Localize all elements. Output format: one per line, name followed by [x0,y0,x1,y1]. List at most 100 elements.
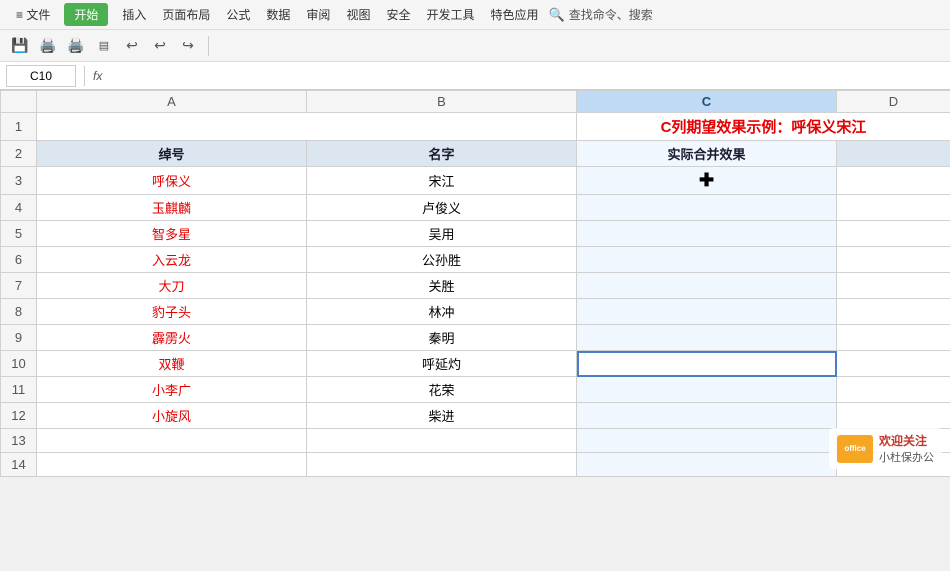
cell-8-b[interactable]: 林冲 [307,299,577,325]
table-row: 12小旋风柴进 [1,403,950,429]
table-row: 10双鞭呼延灼 [1,351,950,377]
search-area: 🔍 查找命令、搜索 [549,6,653,23]
cell-5-a[interactable]: 智多星 [37,221,307,247]
cell-9-c[interactable] [577,325,837,351]
cell-11-c[interactable] [577,377,837,403]
cell-12-d[interactable] [837,403,950,429]
cell-9-d[interactable] [837,325,950,351]
row-number-6: 6 [1,247,37,273]
cell-10-b[interactable]: 呼延灼 [307,351,577,377]
cell-13-c[interactable] [577,429,837,453]
cell-8-c[interactable] [577,299,837,325]
cell-1-c[interactable]: C列期望效果示例：呼保义宋江 [577,113,950,141]
cell-4-d[interactable] [837,195,950,221]
cell-6-d[interactable] [837,247,950,273]
cell-8-a[interactable]: 豹子头 [37,299,307,325]
cell-2-a[interactable]: 绰号 [37,141,307,167]
print-preview-icon[interactable]: ▤ [92,34,116,58]
formula-input[interactable] [110,69,944,83]
cell-13-b[interactable] [307,429,577,453]
cell-11-d[interactable] [837,377,950,403]
menu-item-审阅[interactable]: 审阅 [298,2,338,27]
col-header-d[interactable]: D [837,91,950,113]
cell-3-a[interactable]: 呼保义 [37,167,307,195]
col-header-a[interactable]: A [37,91,307,113]
col-header-b[interactable]: B [307,91,577,113]
cell-3-d[interactable] [837,167,950,195]
cell-1-a[interactable] [37,113,577,141]
cell-2-b[interactable]: 名字 [307,141,577,167]
start-button[interactable]: 开始 [64,3,108,26]
cell-6-c[interactable] [577,247,837,273]
table-row: 4玉麒麟卢俊义 [1,195,950,221]
cell-10-c[interactable] [577,351,837,377]
print-icon[interactable]: 🖨️ [64,34,88,58]
col-header-c[interactable]: C [577,91,837,113]
menu-item-页面布局[interactable]: 页面布局 [154,2,218,27]
cell-9-a[interactable]: 霹雳火 [37,325,307,351]
cell-6-b[interactable]: 公孙胜 [307,247,577,273]
cell-10-a[interactable]: 双鞭 [37,351,307,377]
cell-7-d[interactable] [837,273,950,299]
redo-icon[interactable]: ↪ [176,34,200,58]
cell-6-a[interactable]: 入云龙 [37,247,307,273]
menu-item-开发工具[interactable]: 开发工具 [418,2,482,27]
row-number-5: 5 [1,221,37,247]
file-menu[interactable]: ≡ 文件 [8,2,58,27]
cell-13-a[interactable] [37,429,307,453]
row-number-13: 13 [1,429,37,453]
table-row: 2绰号名字实际合并效果 [1,141,950,167]
cell-7-a[interactable]: 大刀 [37,273,307,299]
cell-14-a[interactable] [37,453,307,477]
cell-11-b[interactable]: 花荣 [307,377,577,403]
watermark: office 欢迎关注 小杜保办公 [829,428,942,469]
watermark-line2: 小杜保办公 [879,449,934,465]
menu-item-特色应用[interactable]: 特色应用 [482,2,546,27]
table-row: 6入云龙公孙胜 [1,247,950,273]
cell-4-a[interactable]: 玉麒麟 [37,195,307,221]
cell-7-b[interactable]: 关胜 [307,273,577,299]
cell-12-a[interactable]: 小旋风 [37,403,307,429]
row-number-2: 2 [1,141,37,167]
grid-body: 1C列期望效果示例：呼保义宋江2绰号名字实际合并效果3呼保义宋江✚4玉麒麟卢俊义… [1,113,950,477]
cell-5-c[interactable] [577,221,837,247]
cell-14-b[interactable] [307,453,577,477]
menu-item-视图[interactable]: 视图 [338,2,378,27]
formula-bar-divider [84,66,85,86]
cell-14-c[interactable] [577,453,837,477]
cell-4-c[interactable] [577,195,837,221]
row-number-10: 10 [1,351,37,377]
menu-item-插入[interactable]: 插入 [114,2,154,27]
cell-10-d[interactable] [837,351,950,377]
menu-item-公式[interactable]: 公式 [218,2,258,27]
table-row: 9霹雳火秦明 [1,325,950,351]
ribbon-menu: 插入页面布局公式数据审阅视图安全开发工具特色应用 [114,2,546,27]
menu-item-数据[interactable]: 数据 [258,2,298,27]
cell-5-d[interactable] [837,221,950,247]
cell-11-a[interactable]: 小李广 [37,377,307,403]
cell-3-b[interactable]: 宋江 [307,167,577,195]
cell-2-d[interactable] [837,141,950,167]
cell-12-b[interactable]: 柴进 [307,403,577,429]
cell-reference[interactable] [6,65,76,87]
save-icon[interactable]: 💾 [8,34,32,58]
undo2-icon[interactable]: ↩ [148,34,172,58]
cell-3-c[interactable]: ✚ [577,167,837,195]
menu-item-安全[interactable]: 安全 [378,2,418,27]
file-menu-label: ≡ 文件 [16,6,50,23]
row-number-12: 12 [1,403,37,429]
title-bar: ≡ 文件 开始 插入页面布局公式数据审阅视图安全开发工具特色应用 🔍 查找命令、… [0,0,950,30]
cell-7-c[interactable] [577,273,837,299]
cell-5-b[interactable]: 吴用 [307,221,577,247]
cell-12-c[interactable] [577,403,837,429]
row-number-4: 4 [1,195,37,221]
table-row: 14 [1,453,950,477]
undo-icon[interactable]: ↩ [120,34,144,58]
cell-4-b[interactable]: 卢俊义 [307,195,577,221]
undo-save-icon[interactable]: 🖨️ [36,34,60,58]
table-row: 13 [1,429,950,453]
cell-8-d[interactable] [837,299,950,325]
cell-2-c[interactable]: 实际合并效果 [577,141,837,167]
cell-9-b[interactable]: 秦明 [307,325,577,351]
table-row: 5智多星吴用 [1,221,950,247]
